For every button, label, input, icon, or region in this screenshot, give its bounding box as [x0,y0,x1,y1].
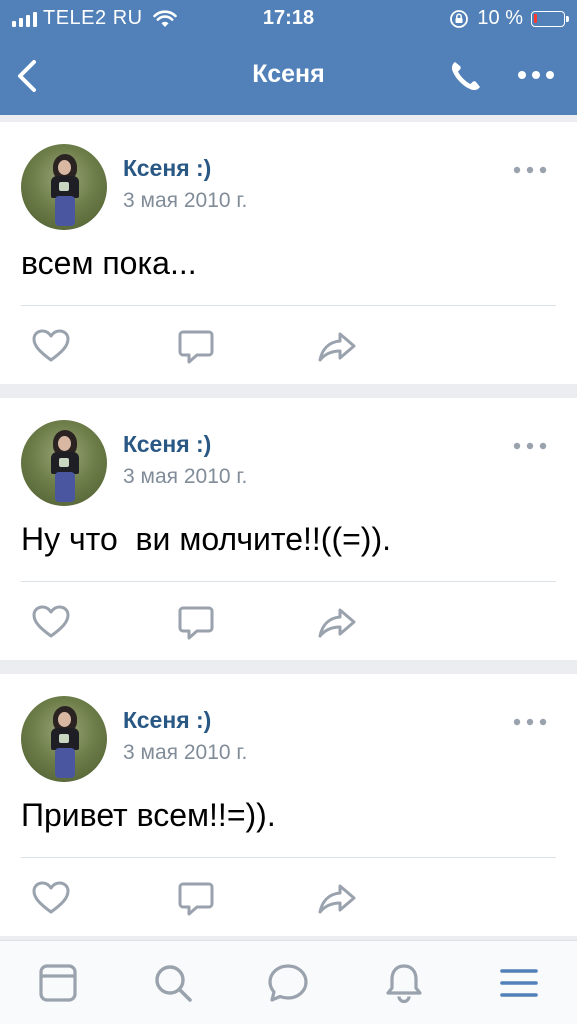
post-more-icon[interactable] [512,164,548,176]
avatar[interactable] [21,144,107,230]
news-icon[interactable] [36,961,80,1005]
status-bar: TELE2 RU 17:18 10 % [0,0,577,40]
comment-icon[interactable] [175,602,217,642]
post-actions [0,878,577,918]
app-header: TELE2 RU 17:18 10 % Ксеня [0,0,577,115]
search-icon[interactable] [151,961,195,1005]
post-text: Ну что ви молчите!!((=)). [21,521,391,557]
post-text: Привет всем!!=)). [21,797,276,833]
heart-icon[interactable] [30,326,72,366]
avatar[interactable] [21,420,107,506]
more-dots-icon[interactable] [516,68,556,82]
post-author[interactable]: Ксеня :) [123,707,211,734]
heart-icon[interactable] [30,602,72,642]
post-actions [0,326,577,366]
post-more-icon[interactable] [512,716,548,728]
divider [21,857,556,858]
post-date[interactable]: 3 мая 2010 г. [123,189,247,213]
battery-icon [531,10,569,27]
nav-bar: Ксеня [0,40,577,115]
avatar[interactable] [21,696,107,782]
wall-post: Ксеня :) 3 мая 2010 г. Привет всем!!=)). [0,674,577,936]
post-actions [0,602,577,642]
divider [21,581,556,582]
comment-icon[interactable] [175,326,217,366]
post-more-icon[interactable] [512,440,548,452]
comment-icon[interactable] [175,878,217,918]
share-icon[interactable] [316,326,358,366]
messages-icon[interactable] [266,961,310,1005]
page-title: Ксеня [252,60,325,88]
post-text: всем пока... [21,245,197,281]
wall-post: Ксеня :) 3 мая 2010 г. всем пока... [0,122,577,384]
post-date[interactable]: 3 мая 2010 г. [123,741,247,765]
divider [21,305,556,306]
rotation-lock-icon [450,9,469,28]
notifications-icon[interactable] [382,961,426,1005]
phone-icon[interactable] [446,56,486,96]
post-author[interactable]: Ксеня :) [123,155,211,182]
post-date[interactable]: 3 мая 2010 г. [123,465,247,489]
tab-bar [0,940,577,1024]
status-right: 10 % [449,7,569,30]
menu-icon[interactable] [497,961,541,1005]
share-icon[interactable] [316,602,358,642]
battery-percent: 10 % [477,7,523,29]
heart-icon[interactable] [30,878,72,918]
share-icon[interactable] [316,878,358,918]
wall-post: Ксеня :) 3 мая 2010 г. Ну что ви молчите… [0,398,577,660]
post-author[interactable]: Ксеня :) [123,431,211,458]
